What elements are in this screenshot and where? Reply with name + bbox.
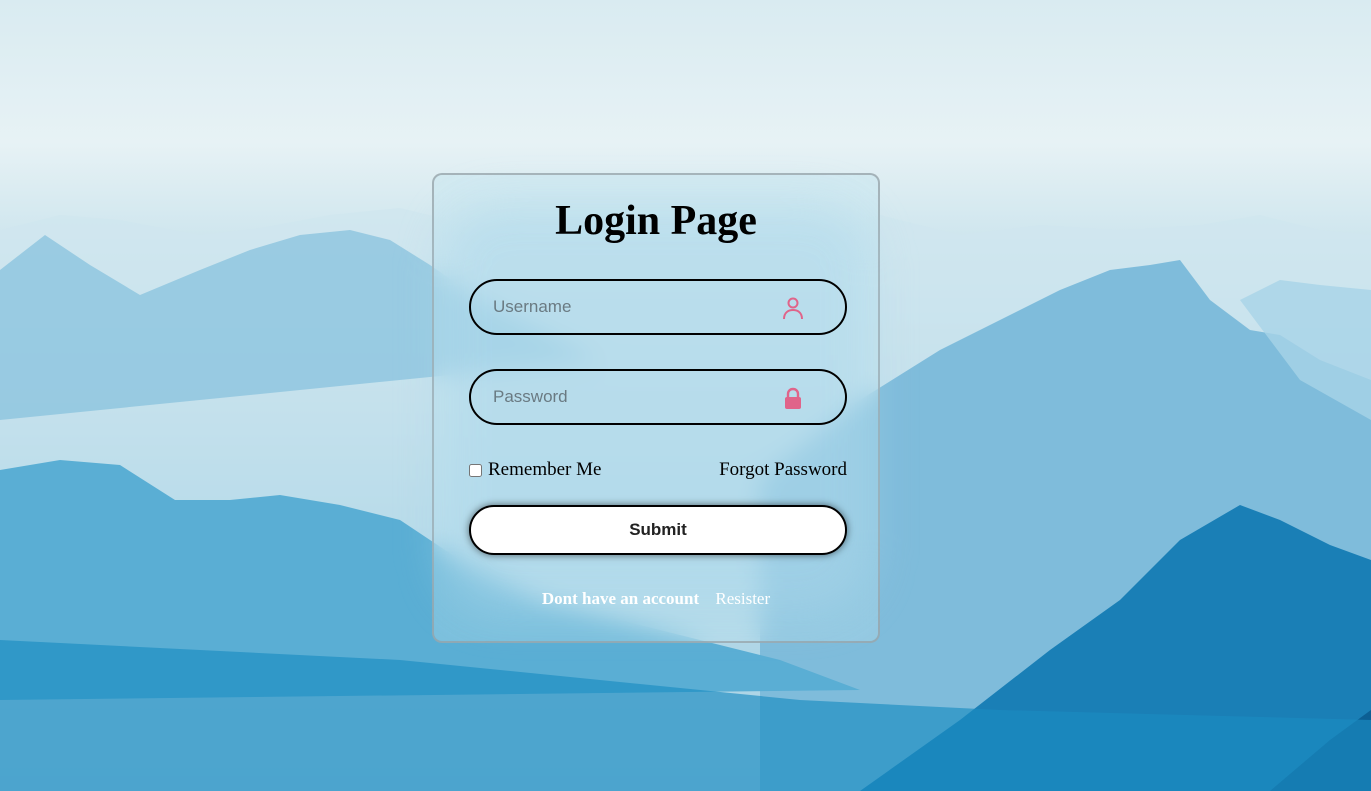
remember-me[interactable]: Remember Me xyxy=(469,459,601,481)
username-field[interactable] xyxy=(469,279,847,335)
submit-button[interactable]: Submit xyxy=(469,505,847,555)
register-row: Dont have an account Resister xyxy=(434,589,878,609)
lock-icon xyxy=(785,387,801,409)
user-icon xyxy=(783,297,803,320)
remember-me-checkbox[interactable] xyxy=(469,463,482,477)
password-input[interactable] xyxy=(493,371,773,423)
login-card: Login Page Remember Me Forgot Password S… xyxy=(432,173,880,643)
page-title: Login Page xyxy=(555,198,757,244)
register-prompt: Dont have an account xyxy=(541,589,700,608)
username-input[interactable] xyxy=(493,281,773,333)
register-link[interactable]: Resister xyxy=(715,589,770,608)
forgot-password-link[interactable]: Forgot Password xyxy=(719,459,847,481)
password-field[interactable] xyxy=(469,369,847,425)
remember-me-label: Remember Me xyxy=(488,459,602,480)
login-options: Remember Me Forgot Password xyxy=(469,459,847,483)
